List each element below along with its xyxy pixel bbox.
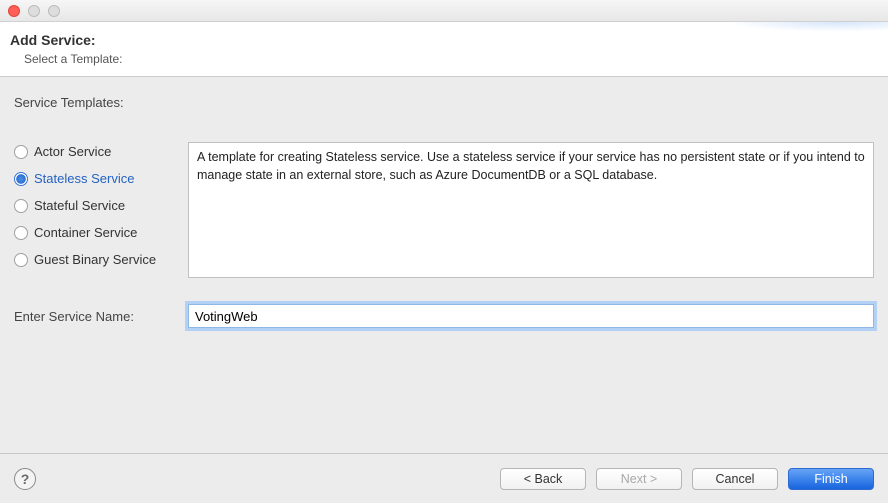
radio-label: Stateful Service [34, 198, 125, 213]
finish-button[interactable]: Finish [788, 468, 874, 490]
radio-label: Actor Service [34, 144, 111, 159]
next-button: Next > [596, 468, 682, 490]
wizard-header: Add Service: Select a Template: [0, 22, 888, 77]
radio-stateless-service[interactable]: Stateless Service [14, 171, 174, 186]
cancel-button[interactable]: Cancel [692, 468, 778, 490]
header-decoration [728, 22, 888, 40]
help-glyph: ? [21, 471, 30, 487]
radio-label: Stateless Service [34, 171, 134, 186]
radio-icon [14, 145, 28, 159]
radio-label: Guest Binary Service [34, 252, 156, 267]
template-description: A template for creating Stateless servic… [188, 142, 874, 278]
radio-icon [14, 172, 28, 186]
window-titlebar [0, 0, 888, 22]
service-name-row: Enter Service Name: [14, 304, 874, 328]
service-name-label: Enter Service Name: [14, 309, 174, 324]
radio-container-service[interactable]: Container Service [14, 225, 174, 240]
minimize-icon [28, 5, 40, 17]
service-name-input[interactable] [188, 304, 874, 328]
template-radio-group: Actor Service Stateless Service Stateful… [14, 142, 174, 267]
radio-actor-service[interactable]: Actor Service [14, 144, 174, 159]
radio-guest-binary-service[interactable]: Guest Binary Service [14, 252, 174, 267]
help-icon[interactable]: ? [14, 468, 36, 490]
radio-stateful-service[interactable]: Stateful Service [14, 198, 174, 213]
back-button[interactable]: < Back [500, 468, 586, 490]
radio-label: Container Service [34, 225, 137, 240]
close-icon[interactable] [8, 5, 20, 17]
maximize-icon [48, 5, 60, 17]
radio-icon [14, 253, 28, 267]
templates-row: Actor Service Stateless Service Stateful… [14, 142, 874, 278]
wizard-body: Service Templates: Actor Service Statele… [0, 77, 888, 328]
radio-icon [14, 199, 28, 213]
wizard-footer: ? < Back Next > Cancel Finish [0, 453, 888, 503]
section-label: Service Templates: [14, 95, 874, 110]
radio-icon [14, 226, 28, 240]
page-subtitle: Select a Template: [24, 52, 878, 66]
